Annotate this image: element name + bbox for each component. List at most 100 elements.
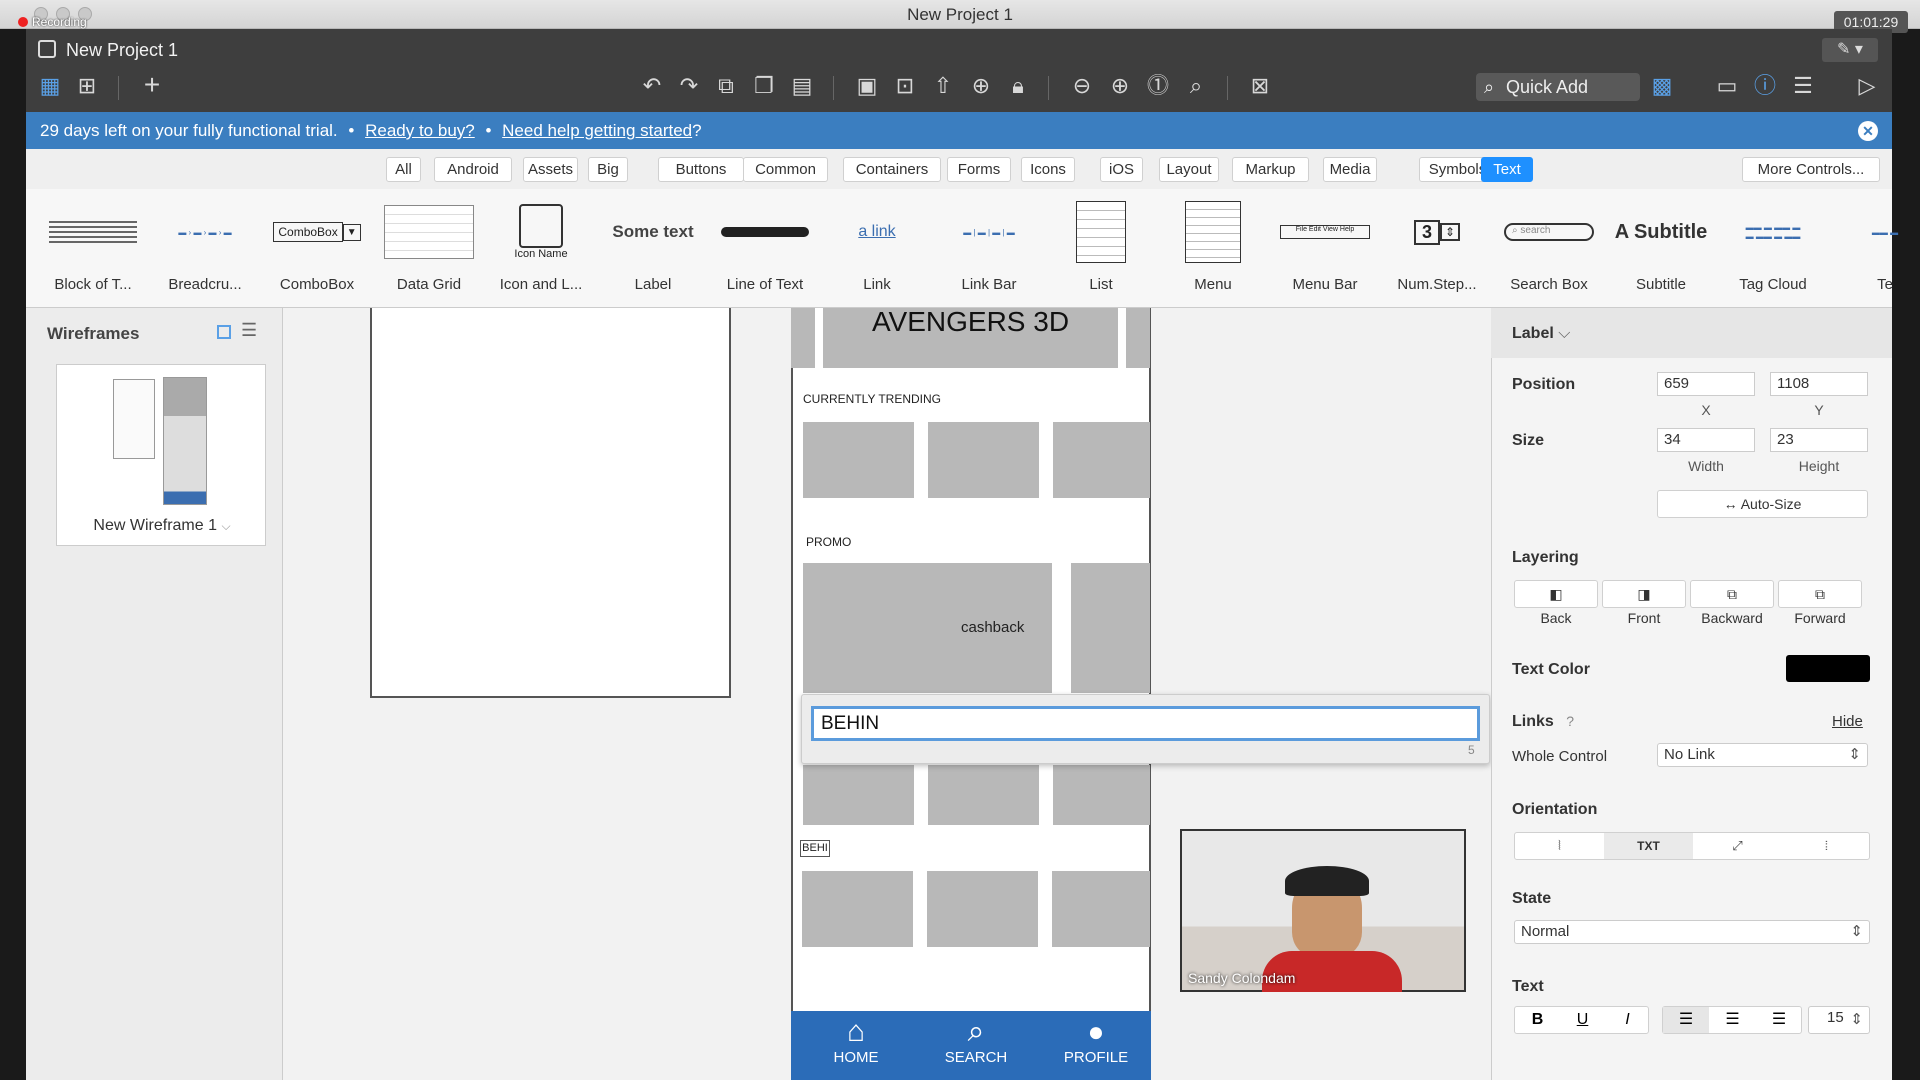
selected-label-element[interactable]: BEHI [800,840,830,857]
add-icon[interactable]: + [137,71,167,99]
orientation-rotate-right-button[interactable]: ⦙ [1782,833,1871,859]
library-item[interactable]: Data Grid [374,200,484,300]
category-tab-android[interactable]: Android [434,157,512,182]
notes-icon[interactable]: ☰ [1788,73,1818,99]
library-item[interactable]: Line of Text [710,200,820,300]
presentation-icon[interactable]: ▷ [1852,73,1882,99]
width-input[interactable]: 34 [1657,428,1755,452]
nav-home[interactable]: ⌂ HOME [821,1015,891,1066]
category-tab-big[interactable]: Big [588,157,628,182]
italic-button[interactable]: I [1605,1007,1650,1033]
library-item[interactable]: Menu [1158,200,1268,300]
height-input[interactable]: 23 [1770,428,1868,452]
wireframe-thumbnail[interactable]: New Wireframe 1 ⌵ [56,364,266,546]
library-item[interactable]: Icon Name Icon and L... [486,200,596,300]
align-center-icon[interactable]: ☰ [1709,1007,1756,1033]
font-size-stepper[interactable]: 15 ⇕ [1808,1006,1870,1034]
category-tab-containers[interactable]: Containers [843,157,941,182]
category-tab-common[interactable]: Common [743,157,828,182]
category-tab-text[interactable]: Text [1481,157,1533,182]
library-item[interactable]: Some text Label [598,200,708,300]
category-tab-buttons[interactable]: Buttons [658,157,744,182]
duplicate-icon[interactable]: ⧉ [711,73,741,99]
x-label: X [1701,402,1711,418]
orientation-diagonal-button[interactable]: ⤢ [1693,833,1782,859]
bold-button[interactable]: B [1515,1007,1560,1033]
orientation-rotate-left-button[interactable]: ⦚ [1515,833,1604,859]
state-select[interactable]: Normal ⇕ [1514,920,1870,944]
library-item[interactable]: a link Link [822,200,932,300]
list-view-icon[interactable]: ☰ [241,320,257,341]
auto-size-button[interactable]: ↔ Auto-Size [1657,490,1868,518]
library-item[interactable]: File Edit View Help Menu Bar [1270,200,1380,300]
comments-icon[interactable]: ▭ [1712,73,1742,99]
library-item-label: Data Grid [396,276,462,293]
library-item[interactable]: Block of T... [38,200,148,300]
more-controls-button[interactable]: More Controls... [1742,157,1880,182]
library-item[interactable]: ⌕ search Search Box [1494,200,1604,300]
zoom-in-icon[interactable]: ⊕ [1105,73,1135,99]
help-link[interactable]: Need help getting started [502,121,692,140]
redo-icon[interactable]: ↷ [674,73,704,99]
link-select[interactable]: No Link ⇕ [1657,743,1868,767]
align-icon[interactable]: ⊕ [966,73,996,99]
nav-profile[interactable]: ● PROFILE [1051,1015,1141,1066]
control-type-dropdown[interactable]: Label ⌵ [1512,325,1570,343]
thumbnail-view-icon[interactable] [217,325,231,339]
library-item[interactable]: ComboBox ▼ ComboBox [262,200,372,300]
text-color-swatch[interactable] [1786,655,1870,682]
underline-button[interactable]: U [1560,1007,1605,1033]
category-tab-icons[interactable]: Icons [1021,157,1075,182]
library-item[interactable]: ▬ | ▬ | ▬ | ▬ Link Bar [934,200,1044,300]
library-item[interactable]: A Subtitle Subtitle [1606,200,1716,300]
paste-icon[interactable]: ▤ [787,73,817,99]
text-edit-input[interactable]: BEHIN [811,706,1480,741]
category-tab-layout[interactable]: Layout [1159,157,1219,182]
bring-to-front-button[interactable]: ◨ [1602,580,1686,608]
category-tab-assets[interactable]: Assets [523,157,578,182]
category-tab-ios[interactable]: iOS [1100,157,1143,182]
category-tab-all[interactable]: All [386,157,421,182]
align-right-icon[interactable]: ☰ [1756,1007,1802,1033]
grid-view-icon[interactable]: ⊞ [72,73,102,99]
orientation-horizontal-button[interactable]: TXT [1604,833,1693,859]
bring-forward-icon[interactable]: ⇧ [928,73,958,99]
library-item[interactable]: ▬ › ▬ › ▬ › ▬ Breadcru... [150,200,260,300]
library-item[interactable]: 3 ⇕ Num.Step... [1382,200,1492,300]
zoom-fit-icon[interactable]: ⌕ [1181,73,1211,99]
select-arrows-icon: ⇕ [1850,923,1863,940]
library-icon[interactable]: ▩ [1647,73,1677,99]
library-item[interactable]: List [1046,200,1156,300]
position-y-input[interactable]: 1108 [1770,372,1868,396]
edit-mode-dropdown[interactable]: ✎ ▾ [1822,38,1878,62]
ready-to-buy-link[interactable]: Ready to buy? [365,121,475,140]
library-item[interactable]: ▬▬ ▬ Te [1830,200,1920,300]
close-banner-icon[interactable]: ✕ [1858,121,1878,141]
library-item-label: Num.Step... [1397,276,1477,293]
actual-size-icon[interactable]: ⓵ [1143,73,1173,99]
lock-icon[interactable]: 🔒︎ [1003,73,1033,99]
send-to-back-button[interactable]: ◧ [1514,580,1598,608]
align-left-icon[interactable]: ☰ [1663,1007,1709,1033]
hide-links-link[interactable]: Hide [1832,713,1863,730]
undo-icon[interactable]: ↶ [637,73,667,99]
library-item[interactable]: ▬▬ ▬ ▬▬ ▬ ▬ ▬▬ ▬ ▬▬ Tag Cloud [1718,200,1828,300]
library-item-label: Line of Text [726,276,804,293]
category-tab-media[interactable]: Media [1323,157,1377,182]
bring-forward-button[interactable]: ⧉ [1778,580,1862,608]
category-tab-forms[interactable]: Forms [947,157,1011,182]
send-backward-button[interactable]: ⧉ [1690,580,1774,608]
group-icon[interactable]: ▣ [852,73,882,99]
help-icon[interactable]: ? [1566,713,1574,729]
copy-icon[interactable]: ❐ [749,73,779,99]
nav-search[interactable]: ⌕ SEARCH [936,1015,1016,1066]
delete-icon[interactable]: ⊠ [1245,73,1275,99]
wireframe-frame[interactable] [370,308,731,698]
position-x-input[interactable]: 659 [1657,372,1755,396]
info-icon[interactable]: ⓘ [1750,73,1780,99]
ungroup-icon[interactable]: ⊡ [890,73,920,99]
quick-add-input[interactable]: ⌕ Quick Add [1476,73,1640,101]
zoom-out-icon[interactable]: ⊖ [1067,73,1097,99]
category-tab-markup[interactable]: Markup [1232,157,1309,182]
single-view-icon[interactable]: ▦ [35,73,65,99]
